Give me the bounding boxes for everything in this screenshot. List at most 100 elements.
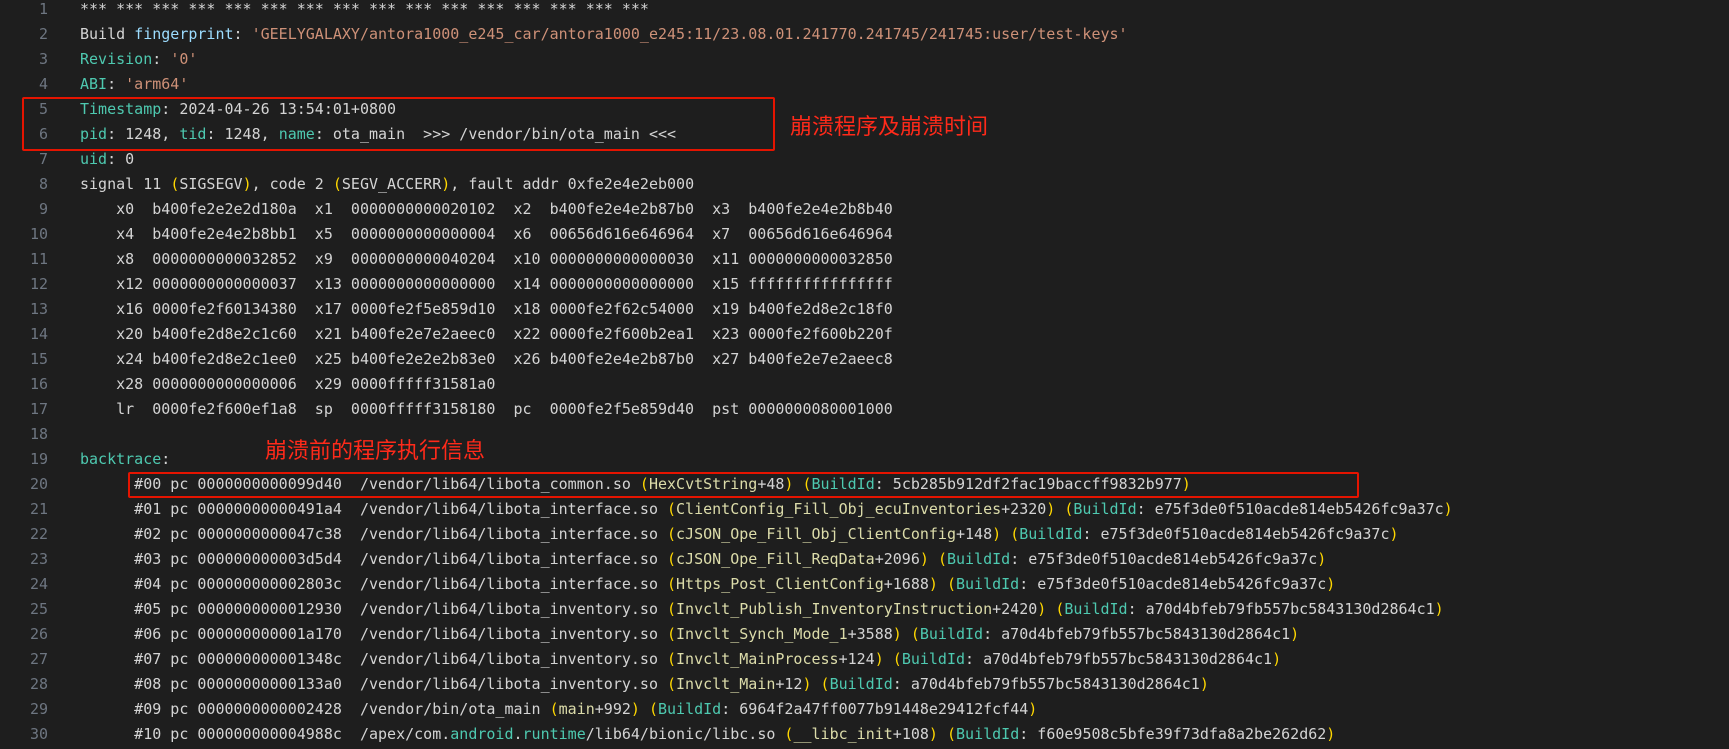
- code-line[interactable]: 10 x4 b400fe2e4e2b8bb1 x5 00000000000000…: [0, 222, 1729, 247]
- token: (: [549, 700, 559, 718]
- token: ): [441, 175, 451, 193]
- line-number: 8: [38, 175, 48, 193]
- code-text: signal 11 (SIGSEGV), code 2 (SEGV_ACCERR…: [80, 172, 694, 197]
- code-line[interactable]: 8 signal 11 (SIGSEGV), code 2 (SEGV_ACCER…: [0, 172, 1729, 197]
- line-number: 21: [29, 500, 48, 518]
- token: +124: [838, 650, 875, 668]
- code-text: ABI: 'arm64': [80, 72, 188, 97]
- token: cJSON_Ope_Fill_Obj_ClientConfig: [676, 525, 956, 543]
- code-line[interactable]: 11 x8 0000000000032852 x9 00000000000402…: [0, 247, 1729, 272]
- token: (: [332, 175, 342, 193]
- code-line[interactable]: 22 #02 pc 0000000000047c38 /vendor/lib64…: [0, 522, 1729, 547]
- token: Invclt_Publish_InventoryInstruction: [676, 600, 993, 618]
- token: (: [667, 675, 677, 693]
- code-line[interactable]: 3 Revision: '0': [0, 47, 1729, 72]
- token: BuildId: [1019, 525, 1083, 543]
- code-line[interactable]: 26 #06 pc 000000000001a170 /vendor/lib64…: [0, 622, 1729, 647]
- token: 'GEELYGALAXY/antora1000_e245_car/antora1…: [251, 25, 1128, 43]
- token: : 0: [107, 150, 135, 168]
- token: ): [1317, 550, 1327, 568]
- token: :: [107, 75, 126, 93]
- code-line[interactable]: 25 #05 pc 0000000000012930 /vendor/lib64…: [0, 597, 1729, 622]
- token: (: [1055, 600, 1065, 618]
- code-text: backtrace:: [80, 447, 170, 472]
- code-line[interactable]: 30 #10 pc 000000000004988c /apex/com.and…: [0, 722, 1729, 747]
- code-text: x12 0000000000000037 x13 000000000000000…: [80, 272, 893, 297]
- code-line[interactable]: 16 x28 0000000000000006 x29 0000fffff315…: [0, 372, 1729, 397]
- code-line[interactable]: 14 x20 b400fe2d8e2c1c60 x21 b400fe2e7e2a…: [0, 322, 1729, 347]
- code-line[interactable]: 21 #01 pc 00000000000491a4 /vendor/lib64…: [0, 497, 1729, 522]
- code-line[interactable]: 13 x16 0000fe2f60134380 x17 0000fe2f5e85…: [0, 297, 1729, 322]
- token: Https_Post_ClientConfig: [676, 575, 884, 593]
- token: BuildId: [956, 725, 1020, 743]
- frame0-highlight-box: [128, 472, 1359, 498]
- token: : a70d4bfeb79fb557bc5843130d2864c1: [983, 625, 1291, 643]
- code-text: #05 pc 0000000000012930 /vendor/lib64/li…: [80, 597, 1443, 622]
- token: , code 2: [251, 175, 333, 193]
- token: x4 b400fe2e4e2b8bb1 x5 0000000000000004 …: [80, 225, 893, 243]
- line-number: 15: [29, 350, 48, 368]
- token: ): [928, 575, 938, 593]
- code-editor[interactable]: 30 #10 pc 000000000004988c /apex/com.and…: [0, 0, 1729, 749]
- code-line[interactable]: 29 #09 pc 0000000000002428 /vendor/bin/o…: [0, 697, 1729, 722]
- code-line[interactable]: 4 ABI: 'arm64': [0, 72, 1729, 97]
- code-line[interactable]: 19 backtrace:: [0, 447, 1729, 472]
- token: (: [667, 600, 677, 618]
- line-number: 10: [29, 225, 48, 243]
- token: :: [161, 450, 171, 468]
- token: :: [233, 25, 252, 43]
- code-line[interactable]: 2 Build fingerprint: 'GEELYGALAXY/antora1…: [0, 22, 1729, 47]
- token: ): [1199, 675, 1209, 693]
- line-number: 22: [29, 525, 48, 543]
- code-line[interactable]: 12 x12 0000000000000037 x13 000000000000…: [0, 272, 1729, 297]
- code-text: Build fingerprint: 'GEELYGALAXY/antora10…: [80, 22, 1128, 47]
- token: Invclt_MainProcess: [676, 650, 839, 668]
- token: x24 b400fe2d8e2c1ee0 x25 b400fe2e2e2b83e…: [80, 350, 893, 368]
- token: SIGSEGV: [179, 175, 243, 193]
- token: :: [152, 50, 171, 68]
- token: x0 b400fe2e2e2d180a x1 0000000000020102 …: [80, 200, 893, 218]
- token: +2420: [992, 600, 1038, 618]
- token: (: [667, 625, 677, 643]
- token: ): [1028, 700, 1038, 718]
- token: ): [919, 550, 929, 568]
- token: Invclt_Synch_Mode_1: [676, 625, 848, 643]
- token: ): [1443, 500, 1453, 518]
- line-number: 13: [29, 300, 48, 318]
- code-line[interactable]: 24 #04 pc 000000000002803c /vendor/lib64…: [0, 572, 1729, 597]
- line-number: 23: [29, 550, 48, 568]
- token: ): [242, 175, 252, 193]
- token: ): [892, 625, 902, 643]
- token: x20 b400fe2d8e2c1c60 x21 b400fe2e7e2aeec…: [80, 325, 893, 343]
- token: x8 0000000000032852 x9 0000000000040204 …: [80, 250, 893, 268]
- code-text: #03 pc 000000000003d5d4 /vendor/lib64/li…: [80, 547, 1326, 572]
- token: (: [667, 650, 677, 668]
- code-line[interactable]: 15 x24 b400fe2d8e2c1ee0 x25 b400fe2e2e2b…: [0, 347, 1729, 372]
- token: BuildId: [1064, 600, 1128, 618]
- token: #02 pc 0000000000047c38 /vendor/lib64/li…: [80, 525, 667, 543]
- code-line[interactable]: 17 lr 0000fe2f600ef1a8 sp 0000fffff31581…: [0, 397, 1729, 422]
- line-number: 11: [29, 250, 48, 268]
- code-text: #08 pc 00000000000133a0 /vendor/lib64/li…: [80, 672, 1209, 697]
- token: (: [937, 550, 947, 568]
- code-line[interactable]: 9 x0 b400fe2e2e2d180a x1 000000000002010…: [0, 197, 1729, 222]
- code-line[interactable]: 28 #08 pc 00000000000133a0 /vendor/lib64…: [0, 672, 1729, 697]
- code-line[interactable]: 23 #03 pc 000000000003d5d4 /vendor/lib64…: [0, 547, 1729, 572]
- token: ): [1326, 575, 1336, 593]
- token: __libc_init: [793, 725, 893, 743]
- token: +1688: [883, 575, 929, 593]
- token: : e75f3de0f510acde814eb5426fc9a37c: [1010, 550, 1318, 568]
- code-line[interactable]: 18: [0, 422, 1729, 447]
- token: ABI: [80, 75, 108, 93]
- token: : 6964f2a47ff0077b91448e29412fcf44: [721, 700, 1029, 718]
- code-line[interactable]: 1 *** *** *** *** *** *** *** *** *** ***…: [0, 0, 1729, 22]
- backtrace-annotation: 崩溃前的程序执行信息: [265, 439, 486, 464]
- token: +108: [892, 725, 929, 743]
- line-number: 25: [29, 600, 48, 618]
- code-line[interactable]: 27 #07 pc 000000000001348c /vendor/lib64…: [0, 647, 1729, 672]
